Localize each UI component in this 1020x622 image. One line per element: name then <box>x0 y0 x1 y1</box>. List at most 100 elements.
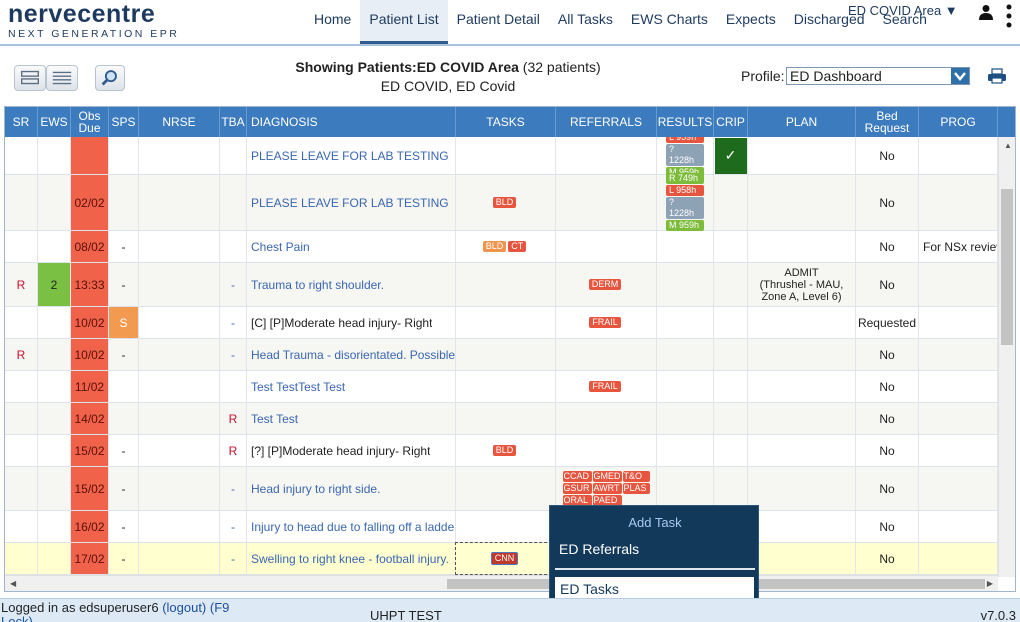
table-row[interactable]: 16/02- - Injury to head due to falling off… <box>5 511 998 543</box>
cell-sps[interactable]: - <box>109 543 139 574</box>
cell-bed[interactable]: Requested <box>856 307 919 338</box>
cell-referrals[interactable]: CCAD GMED T&O GSUR AWRT PLAS ORAL PAED <box>556 467 657 510</box>
cell-nrse[interactable] <box>139 339 220 370</box>
cell-results[interactable]: R 749h L 958h? 1228h M 959h <box>657 173 714 231</box>
chevron-down-icon[interactable] <box>951 68 969 84</box>
cell-tba[interactable] <box>220 231 247 262</box>
cell-crip[interactable] <box>714 467 748 510</box>
cell-sr[interactable] <box>5 137 38 174</box>
diagnosis-text[interactable]: Swelling to right knee - football injury… <box>251 552 449 566</box>
cell-bed[interactable]: No <box>856 175 919 230</box>
column-header-tasks[interactable]: TASKS <box>456 107 556 137</box>
cell-bed[interactable]: No <box>856 511 919 542</box>
task-badge[interactable]: BLD <box>482 241 507 252</box>
cell-sr[interactable]: R <box>5 339 38 370</box>
cell-sr[interactable] <box>5 403 38 434</box>
diagnosis-text[interactable]: Test TestTest Test <box>251 380 345 394</box>
cell-tasks[interactable] <box>456 403 556 434</box>
task-badge[interactable]: BLD <box>492 197 517 208</box>
nav-tab-patient-detail[interactable]: Patient Detail <box>448 0 549 44</box>
task-badge[interactable]: CNN <box>490 552 519 565</box>
diagnosis-text[interactable]: Injury to head due to falling off a ladd… <box>251 520 455 534</box>
table-row[interactable]: 08/02- Chest Pain BLD CT No For NSx review <box>5 231 998 263</box>
cell-sps[interactable]: - <box>109 467 139 510</box>
nav-tab-ews-charts[interactable]: EWS Charts <box>622 0 717 44</box>
cell-nrse[interactable] <box>139 263 220 306</box>
cell-referrals[interactable] <box>556 231 657 262</box>
cell-results[interactable] <box>657 435 714 466</box>
cell-prog[interactable] <box>919 543 998 574</box>
table-row[interactable]: 14/02 R Test Test No <box>5 403 998 435</box>
referral-badge[interactable]: CCAD <box>562 471 592 482</box>
cell-diagnosis[interactable]: [?] [P]Moderate head injury- Right <box>247 435 456 466</box>
cell-sps[interactable]: - <box>109 511 139 542</box>
cell-obs[interactable]: 15/02 <box>71 467 109 510</box>
cell-plan[interactable] <box>748 339 856 370</box>
referral-badge[interactable]: T&O <box>622 471 650 482</box>
cell-obs[interactable]: 10/02 <box>71 307 109 338</box>
cell-ews[interactable] <box>38 339 71 370</box>
cell-sr[interactable] <box>5 543 38 574</box>
cell-sr[interactable] <box>5 511 38 542</box>
cell-nrse[interactable] <box>139 137 220 174</box>
cell-results[interactable] <box>657 339 714 370</box>
cell-obs[interactable]: 08/02 <box>71 231 109 262</box>
cell-nrse[interactable] <box>139 435 220 466</box>
cell-crip[interactable] <box>714 403 748 434</box>
cell-tasks[interactable] <box>456 467 556 510</box>
cell-tasks[interactable]: BLD <box>456 435 556 466</box>
result-badge[interactable]: L 959h <box>666 137 704 143</box>
more-options-icon[interactable] <box>1006 4 1012 28</box>
cell-ews[interactable] <box>38 543 71 574</box>
cell-plan[interactable] <box>748 137 856 174</box>
column-header-sr[interactable]: SR <box>5 107 38 137</box>
cell-prog[interactable] <box>919 307 998 338</box>
referral-badge[interactable]: AWRT <box>592 483 622 494</box>
cell-sr[interactable] <box>5 175 38 230</box>
column-header-crip[interactable]: CRIP <box>714 107 748 137</box>
cell-tasks[interactable] <box>456 339 556 370</box>
cell-sps[interactable] <box>109 175 139 230</box>
cell-tba[interactable]: - <box>220 339 247 370</box>
cell-tasks[interactable]: BLD CT <box>456 231 556 262</box>
cell-bed[interactable]: No <box>856 467 919 510</box>
cell-diagnosis[interactable]: Test TestTest Test <box>247 371 456 402</box>
cell-sr[interactable] <box>5 467 38 510</box>
result-badge[interactable]: R 749h <box>666 173 704 184</box>
cell-tba[interactable]: R <box>220 435 247 466</box>
search-button[interactable] <box>95 65 125 91</box>
cell-tba[interactable] <box>220 371 247 402</box>
cell-plan[interactable] <box>748 231 856 262</box>
list-view-button[interactable] <box>14 65 46 91</box>
cell-results[interactable] <box>657 263 714 306</box>
cell-sps[interactable] <box>109 137 139 174</box>
diagnosis-text[interactable]: [?] [P]Moderate head injury- Right <box>251 444 430 458</box>
cell-obs[interactable]: 13:33 <box>71 263 109 306</box>
cell-obs[interactable]: 16/02 <box>71 511 109 542</box>
column-header-sps[interactable]: SPS <box>109 107 139 137</box>
table-row[interactable]: 15/02- R [?] [P]Moderate head injury- Righ… <box>5 435 998 467</box>
table-row[interactable]: 11/02 Test TestTest Test FRAIL No <box>5 371 998 403</box>
cell-crip[interactable] <box>714 371 748 402</box>
nav-tab-home[interactable]: Home <box>305 0 360 44</box>
column-header-ews[interactable]: EWS <box>38 107 71 137</box>
cell-prog[interactable] <box>919 467 998 510</box>
cell-plan[interactable] <box>748 403 856 434</box>
nav-tab-all-tasks[interactable]: All Tasks <box>549 0 622 44</box>
cell-sps[interactable]: - <box>109 339 139 370</box>
cell-nrse[interactable] <box>139 307 220 338</box>
cell-prog[interactable] <box>919 137 998 174</box>
cell-tba[interactable]: - <box>220 543 247 574</box>
column-header-diagnosis[interactable]: DIAGNOSIS <box>247 107 456 137</box>
nervecentre-logo[interactable]: nervecentre NEXT GENERATION EPR <box>8 2 179 41</box>
cell-sr[interactable] <box>5 231 38 262</box>
cell-plan[interactable] <box>748 543 856 574</box>
cell-obs[interactable]: 10/02 <box>71 339 109 370</box>
task-badge[interactable]: BLD <box>492 445 517 456</box>
profile-select[interactable]: ED Dashboard <box>786 67 970 85</box>
cell-sr[interactable]: R <box>5 263 38 306</box>
cell-crip[interactable] <box>714 263 748 306</box>
cell-diagnosis[interactable]: PLEASE LEAVE FOR LAB TESTING <box>247 175 456 230</box>
cell-results[interactable] <box>657 231 714 262</box>
cell-results[interactable] <box>657 403 714 434</box>
